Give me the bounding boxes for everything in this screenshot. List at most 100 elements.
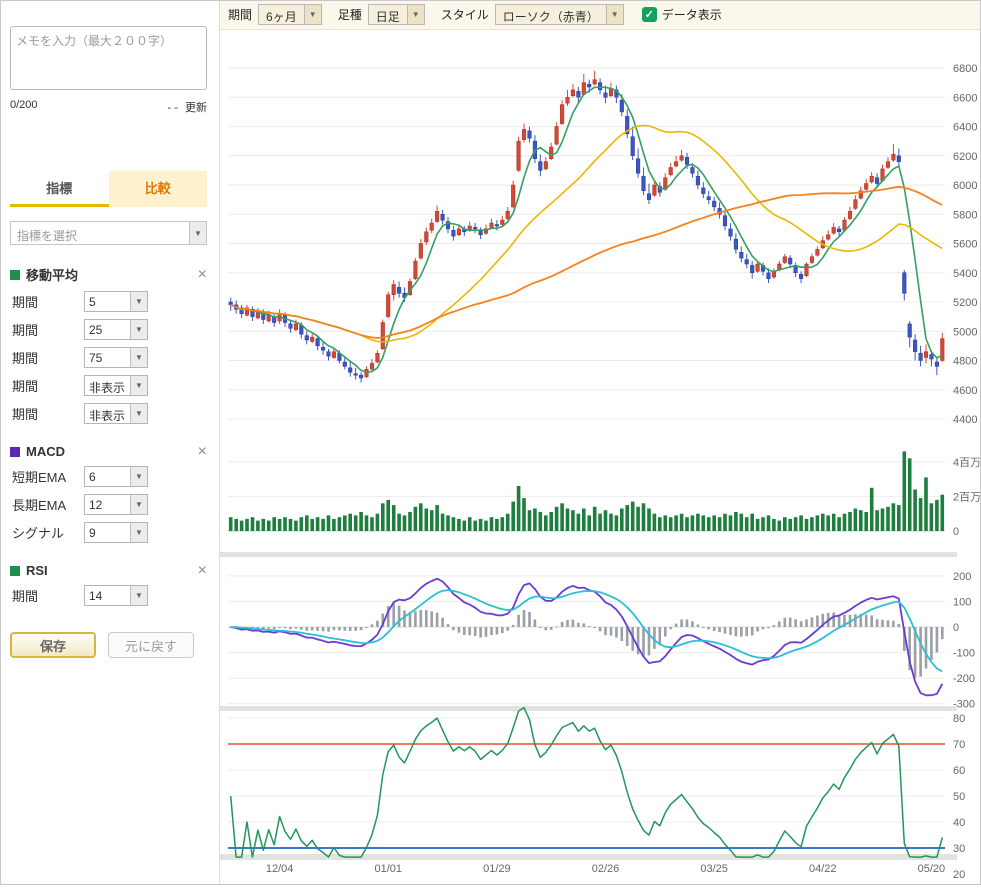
svg-text:6000: 6000 [953,180,977,192]
select-value: 非表示 [85,404,130,423]
close-icon[interactable]: × [198,268,207,282]
svg-text:6200: 6200 [953,151,977,163]
select-value: 6 [85,467,130,486]
svg-text:0: 0 [953,526,959,538]
period-value: 6ヶ月 [259,5,304,24]
chevron-down-icon: ▼ [130,495,147,514]
ma-period-row-3: 期間 75 ▼ [10,347,207,368]
ma-period-row-2: 期間 25 ▼ [10,319,207,340]
select-value: 5 [85,292,130,311]
bar-type-value: 日足 [369,5,407,24]
select-value: 25 [85,320,130,339]
svg-text:-100: -100 [953,648,975,660]
chart-toolbar: 期間 6ヶ月 ▼ 足種 日足 ▼ スタイル ローソク（赤青） ▼ ✓ データ表示 [220,0,981,30]
memo-input[interactable] [10,26,207,90]
select-value: 14 [85,586,130,605]
svg-text:05/20: 05/20 [918,863,946,875]
memo-update-link[interactable]: 更新 [185,102,207,114]
period-dropdown[interactable]: 6ヶ月 ▼ [258,4,322,25]
chevron-down-icon: ▼ [130,467,147,486]
svg-text:4百万: 4百万 [953,457,981,469]
svg-text:40: 40 [953,817,965,829]
chevron-down-icon: ▼ [130,320,147,339]
bar-type-dropdown[interactable]: 日足 ▼ [368,4,425,25]
ma-period-5-select[interactable]: 非表示 ▼ [84,403,148,424]
reset-button[interactable]: 元に戻す [108,632,194,658]
svg-text:01/01: 01/01 [374,863,402,875]
ma-period-row-1: 期間 5 ▼ [10,291,207,312]
chevron-down-icon: ▼ [189,222,206,244]
row-label: 期間 [12,320,84,339]
ma-period-4-select[interactable]: 非表示 ▼ [84,375,148,396]
ma-period-2-select[interactable]: 25 ▼ [84,319,148,340]
svg-text:-200: -200 [953,673,975,685]
tab-indicators[interactable]: 指標 [10,171,109,207]
row-label: 期間 [12,292,84,311]
svg-text:30: 30 [953,843,965,855]
select-value: 75 [85,348,130,367]
chevron-down-icon: ▼ [130,586,147,605]
row-label: 長期EMA [12,495,84,514]
sidebar-tabs: 指標 比較 [10,171,207,207]
ma-period-row-4: 期間 非表示 ▼ [10,375,207,396]
svg-text:200: 200 [953,571,971,583]
row-label: シグナル [12,523,84,542]
data-display-checkbox[interactable]: ✓ [642,7,657,22]
svg-text:2百万: 2百万 [953,491,981,503]
row-label: 期間 [12,376,84,395]
row-label: 短期EMA [12,467,84,486]
svg-text:6600: 6600 [953,92,977,104]
style-value: ローソク（赤青） [496,5,606,24]
chevron-down-icon: ▼ [130,376,147,395]
macd-long-select[interactable]: 12 ▼ [84,494,148,515]
close-icon[interactable]: × [198,564,207,578]
row-label: 期間 [12,586,84,605]
macd-signal-select[interactable]: 9 ▼ [84,522,148,543]
chevron-down-icon: ▼ [407,5,424,24]
svg-text:20: 20 [953,869,965,881]
indicator-select-placeholder: 指標を選択 [11,222,189,244]
chevron-down-icon: ▼ [304,5,321,24]
section-moving-average: 移動平均 × 期間 5 ▼ 期間 25 ▼ 期間 75 ▼ 期間 [10,265,207,424]
ma-color-bullet [10,270,20,280]
svg-text:5200: 5200 [953,297,977,309]
svg-text:0: 0 [953,622,959,634]
ma-period-1-select[interactable]: 5 ▼ [84,291,148,312]
ma-period-3-select[interactable]: 75 ▼ [84,347,148,368]
macd-short-select[interactable]: 6 ▼ [84,466,148,487]
rsi-period-select[interactable]: 14 ▼ [84,585,148,606]
macd-long-row: 長期EMA 12 ▼ [10,494,207,515]
row-label: 期間 [12,404,84,423]
svg-text:5000: 5000 [953,326,977,338]
svg-text:12/04: 12/04 [266,863,294,875]
select-value: 12 [85,495,130,514]
indicator-select[interactable]: 指標を選択 ▼ [10,221,207,245]
svg-text:6400: 6400 [953,122,977,134]
svg-text:01/29: 01/29 [483,863,511,875]
row-label: 期間 [12,348,84,367]
select-value: 非表示 [85,376,130,395]
tab-compare[interactable]: 比較 [109,171,208,207]
save-button[interactable]: 保存 [10,632,96,658]
section-title: 移動平均 [26,265,192,284]
svg-text:4800: 4800 [953,356,977,368]
svg-text:5800: 5800 [953,209,977,221]
close-icon[interactable]: × [198,445,207,459]
svg-text:5400: 5400 [953,268,977,280]
section-title: RSI [26,563,192,578]
bar-type-label: 足種 [338,6,362,23]
svg-text:04/22: 04/22 [809,863,837,875]
macd-short-row: 短期EMA 6 ▼ [10,466,207,487]
rsi-period-row: 期間 14 ▼ [10,585,207,606]
svg-text:70: 70 [953,739,965,751]
select-value: 9 [85,523,130,542]
style-dropdown[interactable]: ローソク（赤青） ▼ [495,4,624,25]
memo-updated-value: - - [168,102,178,114]
chart-canvas[interactable]: 4400460048005000520054005600580060006200… [220,30,981,885]
section-title: MACD [26,444,192,459]
ma-period-row-5: 期間 非表示 ▼ [10,403,207,424]
period-label: 期間 [228,6,252,23]
section-macd: MACD × 短期EMA 6 ▼ 長期EMA 12 ▼ シグナル 9 ▼ [10,444,207,543]
chart-area: 4400460048005000520054005600580060006200… [220,30,981,885]
svg-text:60: 60 [953,765,965,777]
